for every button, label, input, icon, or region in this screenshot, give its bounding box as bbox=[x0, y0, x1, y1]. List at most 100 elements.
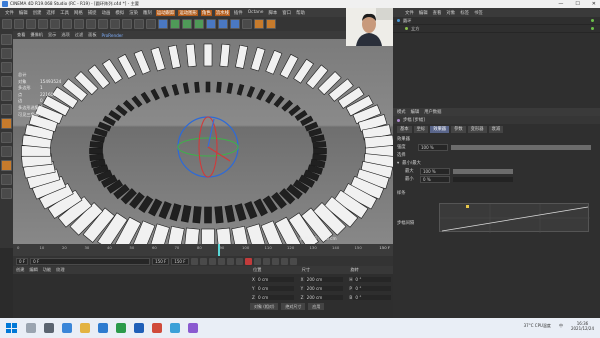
rotation-field[interactable]: 0 ° bbox=[353, 276, 392, 282]
task-view-icon[interactable] bbox=[44, 323, 54, 333]
object-list-item[interactable]: 圆环 bbox=[393, 17, 600, 25]
menu-item[interactable]: 雕刻 bbox=[142, 10, 153, 16]
mograph-icon[interactable] bbox=[266, 19, 276, 29]
autokey-icon[interactable] bbox=[253, 257, 261, 265]
wechat-icon[interactable] bbox=[116, 323, 126, 333]
menu-item[interactable]: Octane bbox=[247, 10, 265, 15]
go-to-start-icon[interactable] bbox=[190, 257, 198, 265]
position-field[interactable]: 0 cm bbox=[256, 294, 294, 300]
keyframe-selection-icon[interactable] bbox=[262, 257, 270, 265]
object-manager-menu-item[interactable]: 编辑 bbox=[419, 10, 428, 16]
close-button[interactable]: ✕ bbox=[592, 0, 596, 8]
menu-item[interactable]: 角色 bbox=[200, 9, 212, 16]
size-field[interactable]: 200 cm bbox=[304, 294, 343, 300]
size-field[interactable]: 200 cm bbox=[304, 276, 343, 282]
solo-icon[interactable] bbox=[1, 188, 12, 199]
array-icon[interactable] bbox=[194, 19, 204, 29]
rotate-icon[interactable] bbox=[62, 19, 72, 29]
attribute-menu-item[interactable]: 编辑 bbox=[411, 109, 420, 115]
play-icon[interactable] bbox=[217, 257, 225, 265]
position-field[interactable]: 0 cm bbox=[256, 285, 294, 291]
viewport-menu-item[interactable]: 选项 bbox=[61, 32, 69, 38]
attribute-tab[interactable]: 变形器 bbox=[467, 126, 487, 133]
minimize-button[interactable]: — bbox=[558, 0, 563, 8]
menu-item[interactable]: 渲染 bbox=[128, 10, 139, 16]
x-axis-icon[interactable] bbox=[74, 19, 84, 29]
object-manager-menu-item[interactable]: 对象 bbox=[446, 10, 455, 16]
menu-item[interactable]: 运动跟踪 bbox=[155, 9, 176, 16]
floor-icon[interactable] bbox=[218, 19, 228, 29]
maximize-button[interactable]: ☐ bbox=[575, 0, 579, 8]
viewport-menu-item[interactable]: 摄像机 bbox=[30, 32, 43, 38]
viewport-menu-item[interactable]: 显示 bbox=[48, 32, 56, 38]
polygons-mode-icon[interactable] bbox=[1, 118, 12, 129]
browser-icon[interactable] bbox=[170, 323, 180, 333]
object-list-item[interactable]: 立方 bbox=[393, 25, 600, 33]
3d-viewport[interactable] bbox=[13, 39, 393, 244]
viewport-menu-item[interactable]: 查看 bbox=[17, 32, 25, 38]
minmax-toggle-icon[interactable]: ▾ bbox=[397, 161, 399, 166]
menu-item[interactable]: 运动图形 bbox=[178, 9, 198, 16]
max-slider[interactable] bbox=[453, 168, 513, 174]
go-to-end-icon[interactable] bbox=[235, 257, 243, 265]
object-manager-menu-item[interactable]: 书签 bbox=[474, 10, 483, 16]
octane-icon[interactable] bbox=[254, 19, 264, 29]
timeline-ruler[interactable]: 0 10 20 30 40 50 60 70 80 90 100 110 120 130 140 150 15… bbox=[13, 244, 393, 256]
menu-item[interactable]: 动画 bbox=[101, 10, 112, 16]
max-field[interactable]: 100 % bbox=[420, 167, 450, 175]
clock[interactable]: 16:36 2021/12/24 bbox=[571, 321, 594, 331]
store-icon[interactable] bbox=[98, 323, 108, 333]
live-selection-icon[interactable] bbox=[26, 19, 36, 29]
light-icon[interactable] bbox=[242, 19, 252, 29]
object-manager-menu-item[interactable]: 文件 bbox=[405, 10, 414, 16]
position-key-icon[interactable] bbox=[271, 257, 279, 265]
pen-icon[interactable] bbox=[170, 19, 180, 29]
render-view-icon[interactable] bbox=[122, 19, 132, 29]
edge-icon[interactable] bbox=[62, 323, 72, 333]
object-manager-menu-item[interactable]: 查看 bbox=[433, 10, 442, 16]
attribute-tab[interactable]: 基本 bbox=[397, 126, 412, 133]
object-manager-menu-item[interactable]: 标签 bbox=[460, 10, 469, 16]
move-icon[interactable] bbox=[38, 19, 48, 29]
file-explorer-icon[interactable] bbox=[80, 323, 90, 333]
size-field[interactable]: 200 cm bbox=[304, 285, 343, 291]
rotation-key-icon[interactable] bbox=[280, 257, 288, 265]
viewport-menu-item[interactable]: 过滤 bbox=[75, 32, 83, 38]
make-editable-icon[interactable] bbox=[1, 34, 12, 45]
end-frame-field[interactable]: 150 F bbox=[152, 257, 170, 265]
menu-item[interactable]: 窗口 bbox=[281, 10, 292, 16]
menu-item[interactable]: 脚本 bbox=[267, 10, 278, 16]
cube-icon[interactable] bbox=[158, 19, 168, 29]
lock-workplane-icon[interactable] bbox=[1, 174, 12, 185]
menu-item[interactable]: 流水线 bbox=[214, 9, 230, 16]
previous-key-icon[interactable] bbox=[199, 257, 207, 265]
max-frame-field[interactable]: 150 F bbox=[171, 257, 189, 265]
menu-item[interactable]: 文件 bbox=[4, 10, 15, 16]
subdivision-icon[interactable] bbox=[182, 19, 192, 29]
preview-range-slider[interactable]: 0 F bbox=[30, 257, 151, 265]
record-icon[interactable] bbox=[244, 257, 252, 265]
redo-icon[interactable] bbox=[14, 19, 24, 29]
apply-button[interactable]: 应用 bbox=[308, 303, 325, 310]
coord-mode-select[interactable]: 对象 (相对) bbox=[250, 303, 279, 310]
start-frame-field[interactable]: 0 F bbox=[16, 257, 29, 265]
model-mode-icon[interactable] bbox=[1, 48, 12, 59]
viewport-menu-item[interactable]: 面板 bbox=[88, 32, 96, 38]
menu-item[interactable]: 帮助 bbox=[295, 10, 306, 16]
start-button[interactable] bbox=[4, 321, 18, 335]
rotation-field[interactable]: 0 ° bbox=[353, 285, 392, 291]
axis-mode-icon[interactable] bbox=[1, 132, 12, 143]
camera-icon[interactable] bbox=[230, 19, 240, 29]
weather-widget[interactable]: 37°C CPU温度 bbox=[524, 323, 551, 329]
menu-item[interactable]: 插件 bbox=[233, 10, 244, 16]
menu-item[interactable]: 创建 bbox=[32, 10, 43, 16]
next-key-icon[interactable] bbox=[226, 257, 234, 265]
material-menu-item[interactable]: 创建 bbox=[16, 267, 24, 273]
attribute-tab[interactable]: 参数 bbox=[451, 126, 466, 133]
menu-item[interactable]: 工具 bbox=[59, 10, 70, 16]
play-backward-icon[interactable] bbox=[208, 257, 216, 265]
attribute-tab[interactable]: 衰减 bbox=[488, 126, 504, 133]
material-menu-item[interactable]: 纹理 bbox=[56, 267, 64, 273]
coordinate-system-icon[interactable] bbox=[110, 19, 120, 29]
recorder-icon[interactable] bbox=[152, 323, 162, 333]
